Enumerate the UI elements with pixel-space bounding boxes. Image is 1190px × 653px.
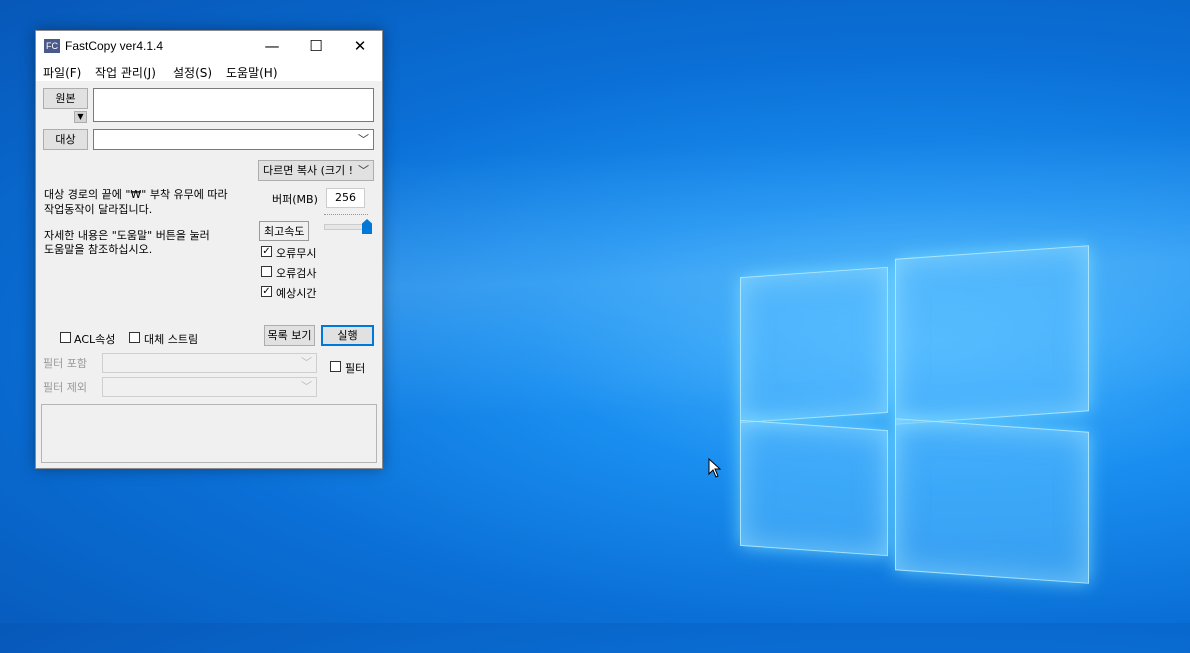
menu-settings[interactable]: 설정(S) — [173, 64, 212, 81]
title-bar[interactable]: FC FastCopy ver4.1.4 — ☐ ✕ — [36, 31, 382, 61]
copy-mode-value: 다르면 복사 (크기 ! — [263, 164, 354, 177]
acl-label: ACL속성 — [74, 333, 116, 346]
info-line-4: 도움말을 참조하십시오. — [44, 243, 153, 256]
menu-bar: 파일(F) 작업 관리(J) 설정(S) 도움말(H) — [36, 61, 382, 81]
estimate-checkbox[interactable]: ✓ — [261, 286, 272, 297]
speed-label: 최고속도 — [259, 221, 310, 241]
menu-file[interactable]: 파일(F) — [43, 64, 81, 81]
info-line-2: 작업동작이 달라집니다. — [44, 203, 153, 216]
acl-checkbox[interactable] — [60, 332, 71, 343]
ignore-errors-label: 오류무시 — [276, 247, 317, 260]
menu-help[interactable]: 도움말(H) — [226, 64, 278, 81]
chevron-down-icon: ﹀ — [358, 133, 369, 146]
info-line-1: 대상 경로의 끝에 "₩" 부착 유무에 따라 — [44, 188, 228, 201]
filter-include-input[interactable]: ﹀ — [102, 353, 317, 373]
maximize-button[interactable]: ☐ — [294, 31, 338, 61]
window-title: FastCopy ver4.1.4 — [65, 39, 164, 53]
fastcopy-window: FC FastCopy ver4.1.4 — ☐ ✕ 파일(F) 작업 관리(J… — [35, 30, 383, 469]
speed-slider[interactable] — [324, 214, 372, 236]
triangle-down-icon: ▼ — [77, 112, 84, 121]
estimate-label: 예상시간 — [276, 287, 317, 300]
chevron-down-icon: ﹀ — [301, 380, 312, 393]
filter-checkbox[interactable] — [330, 361, 341, 372]
minimize-button[interactable]: — — [250, 31, 294, 61]
verify-label: 오류검사 — [276, 267, 317, 280]
execute-button[interactable]: 실행 — [321, 325, 374, 346]
chevron-down-icon: ﹀ — [301, 356, 312, 369]
status-log-area — [41, 404, 377, 463]
buffer-size-input[interactable]: 256 — [326, 188, 365, 208]
chevron-down-icon: ﹀ — [358, 164, 369, 177]
source-path-input[interactable] — [93, 88, 374, 122]
slider-thumb[interactable] — [362, 219, 372, 234]
alt-stream-label: 대체 스트림 — [144, 333, 199, 346]
list-view-button[interactable]: 목록 보기 — [264, 325, 315, 346]
source-button[interactable]: 원본 — [43, 88, 88, 109]
close-button[interactable]: ✕ — [338, 31, 382, 61]
mouse-cursor-icon — [708, 458, 722, 478]
filter-exclude-input[interactable]: ﹀ — [102, 377, 317, 397]
filter-include-label: 필터 포함 — [43, 357, 87, 370]
filter-label: 필터 — [345, 362, 366, 375]
buffer-label: 버퍼(MB) — [272, 193, 318, 206]
destination-button[interactable]: 대상 — [43, 129, 88, 150]
source-history-dropdown[interactable]: ▼ — [74, 111, 87, 123]
slider-ticks — [324, 214, 368, 215]
alt-stream-checkbox[interactable] — [129, 332, 140, 343]
menu-jobs[interactable]: 작업 관리(J) — [95, 64, 156, 81]
windows-logo-wallpaper — [740, 242, 1089, 602]
app-icon: FC — [44, 39, 60, 53]
copy-mode-select[interactable]: 다르면 복사 (크기 ! ﹀ — [258, 160, 374, 181]
ignore-errors-checkbox[interactable]: ✓ — [261, 246, 272, 257]
filter-exclude-label: 필터 제외 — [43, 381, 87, 394]
destination-path-combo[interactable]: ﹀ — [93, 129, 374, 150]
verify-checkbox[interactable] — [261, 266, 272, 277]
